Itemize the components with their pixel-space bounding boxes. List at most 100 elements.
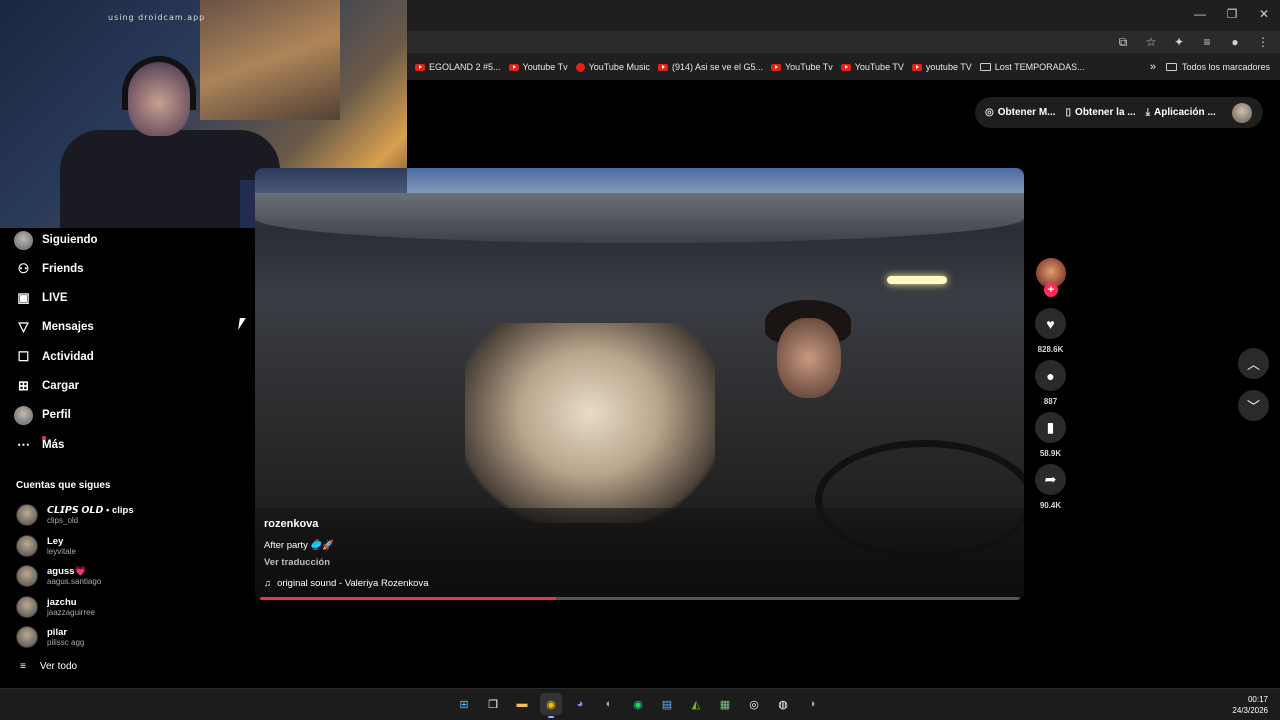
avatar <box>16 535 38 557</box>
extensions-icon[interactable]: ✦ <box>1170 35 1188 49</box>
save-button[interactable]: ▮ <box>1035 412 1066 443</box>
sidebar-item-profile[interactable]: Perfil <box>14 404 71 426</box>
bookmark-item[interactable]: (914) Asi se ve el G5... <box>657 62 763 72</box>
steam-icon[interactable]: ◐ <box>598 693 620 715</box>
get-app-button[interactable]: ▯ Obtener la ... <box>1066 107 1136 118</box>
followed-account[interactable]: pilar pilissc agg <box>16 624 84 650</box>
get-coins-button[interactable]: ◎ Obtener M... <box>985 107 1056 118</box>
file-explorer-icon[interactable]: ▬ <box>511 693 533 715</box>
follow-plus-icon[interactable]: + <box>1044 283 1058 297</box>
profile-flag-icon[interactable]: ● <box>1226 35 1244 49</box>
chevron-down-icon: ﹀ <box>1246 399 1260 414</box>
cpuid-icon[interactable]: ▦ <box>714 693 736 715</box>
obs-icon[interactable]: ◎ <box>743 693 765 715</box>
minimize-icon[interactable]: — <box>1184 0 1216 28</box>
sidebar-item-more[interactable]: ⋯ Más <box>14 434 64 456</box>
chrome-menu-icon[interactable]: ⋮ <box>1254 35 1272 49</box>
bookmark-item[interactable]: youtube TV <box>911 62 972 72</box>
avatar[interactable] <box>1231 102 1252 123</box>
account-username: pilissc agg <box>47 637 85 647</box>
video-progress-bar[interactable] <box>260 597 1020 600</box>
discord-icon[interactable]: ◕ <box>569 693 591 715</box>
video-sound[interactable]: ♫ original sound - Valeriya Rozenkova <box>264 578 429 589</box>
account-username: leyvitale <box>47 546 76 556</box>
next-video-button[interactable]: ﹀ <box>1238 390 1269 421</box>
bookmark-item[interactable]: YouTube Music <box>575 62 650 72</box>
bookmark-item[interactable]: YouTube TV <box>840 62 904 72</box>
steam-icon[interactable]: ◑ <box>801 693 823 715</box>
translate-link[interactable]: Ver traducción <box>264 557 330 568</box>
bookmarks-overflow-icon[interactable]: » <box>1150 61 1156 73</box>
see-all-button[interactable]: ≡ Ver todo <box>20 661 77 672</box>
clock-time: 00:17 <box>1247 695 1268 704</box>
upload-icon: ⊞ <box>18 378 29 393</box>
sidebar-item-live[interactable]: ▣ LIVE <box>14 287 67 309</box>
account-text: pilar pilissc agg <box>47 627 84 648</box>
followed-account[interactable]: jazchu jaazzaguirree <box>16 594 95 620</box>
nvidia-icon[interactable]: ◭ <box>685 693 707 715</box>
sidebar-item-friends[interactable]: ⚇ Friends <box>14 258 84 280</box>
youtube-icon <box>657 63 668 71</box>
taskbar: ⊞ ❐ ▬ ◉ ◕ ◐ ◉ ▤ ◭ ▦ ◎ ◍ ◑ 00:17 24/3/202… <box>0 688 1280 720</box>
sidebar-item-activity[interactable]: ☐ Actividad <box>14 346 94 368</box>
system-clock[interactable]: 00:17 24/3/2026 <box>1232 694 1268 716</box>
bookmark-item[interactable]: EGOLAND 2 #5... <box>415 62 501 72</box>
friends-icon: ⚇ <box>17 261 30 276</box>
bookmark-item[interactable]: Youtube Tv <box>508 62 568 72</box>
media-control-icon[interactable]: ≡ <box>1198 35 1216 49</box>
live-icon: ▣ <box>17 290 30 305</box>
video-player[interactable]: rozenkova After party 🥏🚀 Ver traducción … <box>255 168 1024 600</box>
sidebar-item-messages[interactable]: ▽ Mensajes <box>14 316 94 338</box>
video-author[interactable]: rozenkova <box>264 518 318 530</box>
phone-icon: ▯ <box>1065 107 1072 118</box>
avatar <box>16 504 38 526</box>
previous-video-button[interactable]: ︿ <box>1238 348 1269 379</box>
all-bookmarks-label: Todos los marcadores <box>1181 62 1270 72</box>
sidebar-item-upload[interactable]: ⊞ Cargar <box>14 375 79 397</box>
account-username: aagus.santiago <box>47 576 102 586</box>
notepad-icon[interactable]: ▤ <box>656 693 678 715</box>
video-dome-light <box>887 276 947 284</box>
share-icon: ➦ <box>1044 471 1057 487</box>
sidebar-item-following[interactable]: Siguiendo <box>14 229 98 251</box>
address-bar-icons: ⧉ ☆ ✦ ≡ ● ⋮ <box>1114 31 1280 53</box>
save-count: 58.9K <box>1039 449 1062 458</box>
youtube-icon <box>840 63 851 71</box>
account-name: aguss💗 <box>47 565 87 577</box>
all-bookmarks-button[interactable]: Todos los marcadores <box>1165 62 1270 72</box>
sidebar-item-label: Siguiendo <box>42 234 98 246</box>
bookmark-label: Youtube Tv <box>522 62 568 72</box>
youtube-icon <box>771 63 781 71</box>
bookmark-item[interactable]: YouTube Tv <box>771 62 833 72</box>
get-coins-label: Obtener M... <box>997 107 1056 118</box>
desktop-app-button[interactable]: ⤓ Aplicación ... <box>1146 107 1216 118</box>
followed-account[interactable]: Ley leyvitale <box>16 533 76 559</box>
restore-icon[interactable]: ❐ <box>1216 0 1248 28</box>
windows-start-icon[interactable]: ⊞ <box>453 693 475 715</box>
account-name: jazchu <box>47 596 77 608</box>
address-bar[interactable]: ⧉ ☆ ✦ ≡ ● ⋮ <box>407 31 1280 53</box>
followed-account[interactable]: aguss💗 aagus.santiago <box>16 563 101 589</box>
video-car-roof <box>255 193 1024 243</box>
like-button[interactable]: ♥ <box>1035 308 1066 339</box>
video-progress-fill <box>260 597 557 600</box>
more-icon: ⋯ <box>17 437 30 452</box>
share-button[interactable]: ➦ <box>1035 464 1066 495</box>
bookmark-item[interactable]: Lost TEMPORADAS... <box>979 62 1085 72</box>
like-count: 828.6K <box>1037 345 1064 354</box>
account-text: jazchu jaazzaguirree <box>47 597 95 618</box>
desktop-app-label: Aplicación ... <box>1154 107 1216 118</box>
install-app-icon[interactable]: ⧉ <box>1114 35 1132 50</box>
comment-icon: ● <box>1046 367 1055 384</box>
bookmark-star-icon[interactable]: ☆ <box>1142 35 1160 49</box>
followed-account[interactable]: 𝘾𝙇𝙄𝙋𝙎 𝙊𝙇𝘿 • clips clips_old <box>16 502 134 528</box>
chrome-icon[interactable]: ◉ <box>540 693 562 718</box>
app-icon[interactable]: ◍ <box>772 693 794 715</box>
task-view-icon[interactable]: ❐ <box>482 693 504 715</box>
spotify-icon[interactable]: ◉ <box>627 693 649 715</box>
close-icon[interactable]: ✕ <box>1248 0 1280 28</box>
folder-icon <box>1165 63 1177 71</box>
youtube-icon <box>911 63 922 71</box>
comment-button[interactable]: ● <box>1035 360 1066 391</box>
account-text: Ley leyvitale <box>47 536 76 557</box>
